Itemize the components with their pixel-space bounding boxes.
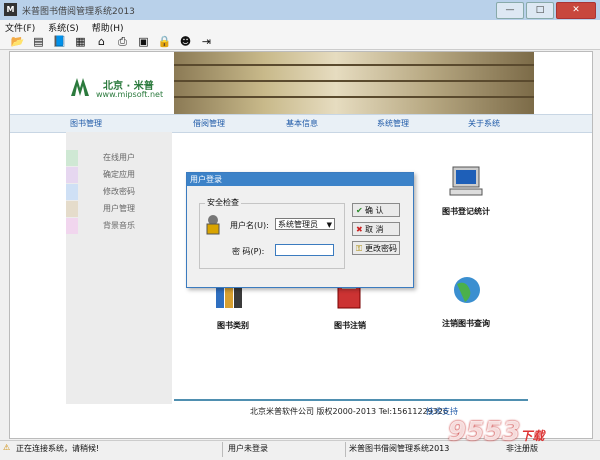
username-label: 用户名(U): bbox=[230, 221, 269, 230]
nav-about[interactable]: 关于系统 bbox=[468, 118, 500, 129]
sidebar-item-user-management[interactable]: 用户管理 bbox=[66, 201, 172, 217]
logo-icon bbox=[71, 78, 89, 96]
ledger-icon[interactable]: 📘 bbox=[52, 35, 67, 49]
status-app-name: 米普图书借阅管理系统2013 bbox=[349, 444, 450, 453]
module-book-deregister[interactable]: 图书注销 bbox=[334, 320, 366, 331]
title-bar: M 米普图书借阅管理系统2013 — □ ✕ bbox=[0, 0, 600, 21]
menu-help[interactable]: 帮助(H) bbox=[87, 20, 129, 34]
computer-icon[interactable] bbox=[447, 165, 487, 199]
open-icon[interactable]: 📂 bbox=[10, 35, 25, 49]
username-value: 系统管理员 bbox=[278, 220, 318, 229]
chevron-down-icon: ▼ bbox=[326, 221, 332, 229]
tech-support-link[interactable]: 技术支持 bbox=[426, 406, 458, 417]
library-banner bbox=[174, 52, 534, 114]
change-password-button[interactable]: ⚿ 更改密码 bbox=[352, 241, 400, 255]
nav-basic-info[interactable]: 基本信息 bbox=[286, 118, 318, 129]
menu-file[interactable]: 文件(F) bbox=[0, 20, 40, 34]
sidebar-item-change-password[interactable]: 修改密码 bbox=[66, 184, 172, 200]
toolbar: 📂 ▤ 📘 ▦ ⌂ ⎙ ▣ 🔒 ☻ ⇥ bbox=[0, 34, 600, 50]
logo-url: www.mipsoft.net bbox=[96, 90, 164, 99]
key-icon: ⚿ bbox=[356, 244, 363, 253]
login-dialog: 用户登录 安全检查 用户名(U): 系统管理员 ▼ 密 码(P): ✔ 确 认 ✖… bbox=[186, 172, 414, 288]
sidebar: 在线用户 确定应用 修改密码 用户管理 背景音乐 bbox=[66, 132, 172, 404]
exit-icon[interactable]: ⇥ bbox=[199, 35, 214, 49]
cancel-button[interactable]: ✖ 取 消 bbox=[352, 222, 400, 236]
lock-user-icon bbox=[206, 215, 220, 235]
nav-borrow-management[interactable]: 借阅管理 bbox=[193, 118, 225, 129]
module-book-register-stats[interactable]: 图书登记统计 bbox=[442, 206, 490, 217]
print-icon[interactable]: ⎙ bbox=[115, 35, 130, 49]
lock-icon[interactable]: 🔒 bbox=[157, 35, 172, 49]
sidebar-item-confirm-app[interactable]: 确定应用 bbox=[66, 167, 172, 183]
menu-bar: 文件(F) 系统(S) 帮助(H) bbox=[0, 20, 600, 34]
warning-icon: ⚠ bbox=[3, 443, 11, 452]
x-icon: ✖ bbox=[356, 225, 363, 234]
chart-icon[interactable]: ▦ bbox=[73, 35, 88, 49]
close-button[interactable]: ✕ bbox=[556, 2, 596, 19]
nav-system-management[interactable]: 系统管理 bbox=[377, 118, 409, 129]
sidebar-item-background-music[interactable]: 背景音乐 bbox=[66, 218, 172, 234]
module-book-category[interactable]: 图书类别 bbox=[217, 320, 249, 331]
security-group-label: 安全检查 bbox=[205, 197, 241, 208]
footer-copyright: 北京米普软件公司 版权2000-2013 Tel:15611229326 bbox=[250, 407, 449, 416]
globe-search-icon[interactable] bbox=[447, 274, 487, 308]
menu-system[interactable]: 系统(S) bbox=[43, 20, 84, 34]
password-input[interactable] bbox=[275, 244, 334, 256]
username-select[interactable]: 系统管理员 ▼ bbox=[275, 218, 335, 230]
dialog-title: 用户登录 bbox=[187, 173, 413, 186]
footer-line bbox=[174, 399, 528, 401]
security-group bbox=[199, 203, 345, 269]
minimize-button[interactable]: — bbox=[496, 2, 524, 19]
check-icon: ✔ bbox=[356, 206, 363, 215]
password-label: 密 码(P): bbox=[232, 247, 265, 256]
status-user: 用户未登录 bbox=[228, 444, 268, 453]
watermark: 9553下载 bbox=[448, 417, 545, 447]
window-title: 米普图书借阅管理系统2013 bbox=[22, 7, 135, 17]
maximize-button[interactable]: □ bbox=[526, 2, 554, 19]
nav-bar: 图书管理 借阅管理 基本信息 系统管理 关于系统 bbox=[10, 114, 592, 133]
status-connecting: 正在连接系统，请稍候! bbox=[16, 444, 100, 453]
list-icon[interactable]: ▤ bbox=[31, 35, 46, 49]
ok-button[interactable]: ✔ 确 认 bbox=[352, 203, 400, 217]
user-icon[interactable]: ☻ bbox=[178, 35, 193, 49]
pc-icon[interactable]: ▣ bbox=[136, 35, 151, 49]
header: 北京 · 米普 www.mipsoft.net bbox=[10, 52, 592, 114]
nav-book-management[interactable]: 图书管理 bbox=[70, 118, 102, 129]
module-deregistered-query[interactable]: 注销图书查询 bbox=[442, 318, 490, 329]
app-icon: M bbox=[4, 3, 17, 16]
home-icon[interactable]: ⌂ bbox=[94, 35, 109, 49]
sidebar-item-online-users[interactable]: 在线用户 bbox=[66, 150, 172, 166]
